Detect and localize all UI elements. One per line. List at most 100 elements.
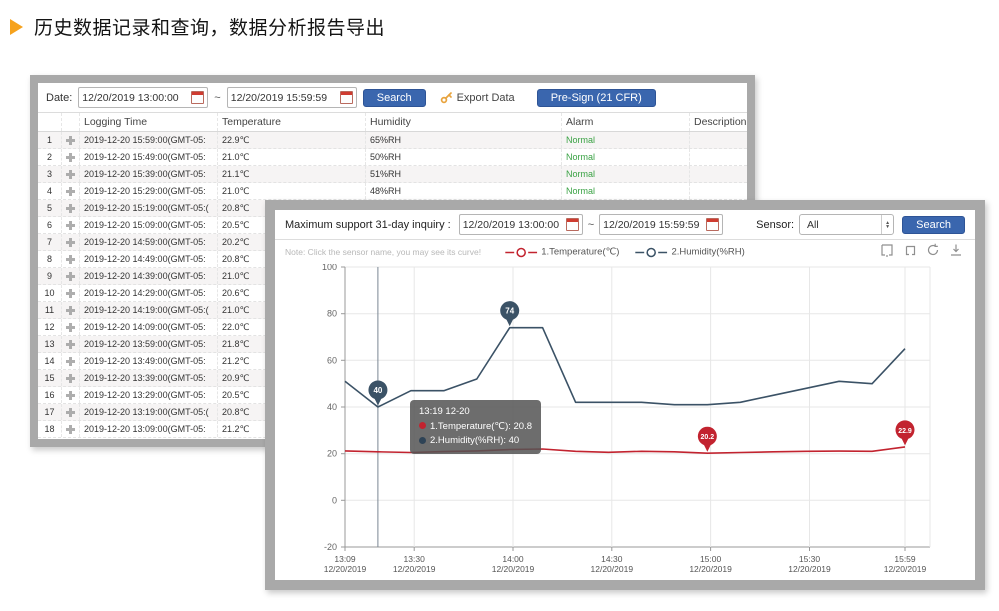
record-icon	[62, 319, 80, 335]
svg-text:12/20/2019: 12/20/2019	[788, 564, 831, 574]
svg-text:-20: -20	[324, 542, 337, 552]
svg-text:40: 40	[373, 386, 382, 395]
row-index: 12	[38, 319, 62, 335]
svg-text:40: 40	[327, 402, 337, 412]
legend-marker-icon	[635, 247, 667, 257]
row-index: 18	[38, 421, 62, 437]
svg-text:20.2: 20.2	[701, 434, 715, 441]
presign-button[interactable]: Pre-Sign (21 CFR)	[537, 89, 656, 107]
alarm-cell: Normal	[562, 166, 690, 182]
row-index: 3	[38, 166, 62, 182]
date-label: Date:	[46, 92, 72, 104]
svg-text:13:09: 13:09	[334, 554, 356, 564]
row-index: 16	[38, 387, 62, 403]
search-button[interactable]: Search	[363, 89, 426, 107]
row-index: 9	[38, 268, 62, 284]
description-cell	[690, 132, 747, 148]
range-tilde: ~	[588, 219, 594, 231]
logging-time-cell: 2019-12-20 13:59:00(GMT-05:	[80, 336, 218, 352]
record-icon	[62, 387, 80, 403]
row-index: 8	[38, 251, 62, 267]
inquiry-label: Maximum support 31-day inquiry :	[285, 219, 451, 231]
date-from-field	[78, 87, 208, 108]
calendar-icon[interactable]	[340, 91, 353, 104]
svg-text:100: 100	[322, 264, 337, 272]
legend-item[interactable]: 1.Temperature(℃)	[505, 247, 619, 258]
chart-date-from-field	[459, 214, 583, 235]
range-tilde: ~	[214, 92, 220, 104]
select-stepper-icon: ▲▼	[881, 215, 893, 234]
logging-time-cell: 2019-12-20 15:59:00(GMT-05:	[80, 132, 218, 148]
sensor-label: Sensor:	[756, 219, 794, 231]
col-header-alarm: Alarm	[562, 113, 690, 131]
export-data-button[interactable]: Export Data	[440, 91, 515, 104]
svg-text:15:00: 15:00	[700, 554, 722, 564]
logging-time-cell: 2019-12-20 15:09:00(GMT-05:	[80, 217, 218, 233]
row-index: 6	[38, 217, 62, 233]
col-header-humidity: Humidity	[366, 113, 562, 131]
record-icon	[62, 166, 80, 182]
description-cell	[690, 166, 747, 182]
svg-text:12/20/2019: 12/20/2019	[393, 564, 436, 574]
record-icon	[62, 353, 80, 369]
col-header-logging-time: Logging Time	[80, 113, 218, 131]
row-index: 17	[38, 404, 62, 420]
humidity-cell: 51%RH	[366, 166, 562, 182]
logging-time-cell: 2019-12-20 15:29:00(GMT-05:	[80, 183, 218, 199]
chart-subheader: Note: Click the sensor name, you may see…	[275, 240, 975, 264]
chart-search-button[interactable]: Search	[902, 216, 965, 234]
line-chart: 100806040200-2013:0912/20/201913:3012/20…	[275, 264, 975, 580]
date-from-input[interactable]	[82, 92, 188, 104]
table-toolbar: Date: ~ Search Export Data Pre-Sign (21 …	[38, 83, 747, 113]
temperature-cell: 21.1℃	[218, 166, 366, 182]
row-index: 4	[38, 183, 62, 199]
table-row[interactable]: 32019-12-20 15:39:00(GMT-05:21.1℃51%RHNo…	[38, 166, 747, 183]
svg-text:15:30: 15:30	[799, 554, 821, 564]
record-icon	[62, 149, 80, 165]
calendar-icon[interactable]	[706, 218, 719, 231]
sensor-select[interactable]: All ▲▼	[799, 214, 894, 235]
svg-text:74: 74	[505, 307, 514, 316]
restore-icon[interactable]	[926, 243, 940, 257]
date-to-input[interactable]	[231, 92, 337, 104]
bullet-triangle-icon	[10, 19, 23, 35]
svg-text:14:30: 14:30	[601, 554, 623, 564]
row-index: 11	[38, 302, 62, 318]
chart-date-to-input[interactable]	[603, 219, 703, 231]
alarm-cell: Normal	[562, 183, 690, 199]
col-header-index	[38, 113, 62, 131]
legend-marker-icon	[505, 247, 537, 257]
chart-plot-area[interactable]: 100806040200-2013:0912/20/201913:3012/20…	[275, 264, 975, 580]
export-data-label: Export Data	[457, 92, 515, 104]
record-icon	[62, 183, 80, 199]
chart-date-from-input[interactable]	[463, 219, 563, 231]
logging-time-cell: 2019-12-20 14:39:00(GMT-05:	[80, 268, 218, 284]
svg-text:12/20/2019: 12/20/2019	[324, 564, 367, 574]
legend-item[interactable]: 2.Humidity(%RH)	[635, 247, 744, 258]
row-index: 5	[38, 200, 62, 216]
row-index: 7	[38, 234, 62, 250]
logging-time-cell: 2019-12-20 13:39:00(GMT-05:	[80, 370, 218, 386]
row-index: 1	[38, 132, 62, 148]
legend: 1.Temperature(℃) 2.Humidity(%RH)	[505, 247, 745, 258]
record-icon	[62, 370, 80, 386]
zoom-box-icon[interactable]	[880, 243, 894, 257]
svg-text:15:59: 15:59	[894, 554, 916, 564]
table-row[interactable]: 12019-12-20 15:59:00(GMT-05:22.9℃65%RHNo…	[38, 132, 747, 149]
svg-text:13:30: 13:30	[404, 554, 426, 564]
page-title: 历史数据记录和查询，数据分析报告导出	[34, 13, 385, 40]
zoom-reset-icon[interactable]	[903, 243, 917, 257]
chart-toolbox	[880, 243, 963, 257]
calendar-icon[interactable]	[191, 91, 204, 104]
description-cell	[690, 183, 747, 199]
humidity-cell: 50%RH	[366, 149, 562, 165]
logging-time-cell: 2019-12-20 14:29:00(GMT-05:	[80, 285, 218, 301]
col-header-icon	[62, 113, 80, 131]
row-index: 2	[38, 149, 62, 165]
save-image-icon[interactable]	[949, 243, 963, 257]
svg-text:12/20/2019: 12/20/2019	[884, 564, 927, 574]
table-row[interactable]: 42019-12-20 15:29:00(GMT-05:21.0℃48%RHNo…	[38, 183, 747, 200]
logging-time-cell: 2019-12-20 14:09:00(GMT-05:	[80, 319, 218, 335]
table-row[interactable]: 22019-12-20 15:49:00(GMT-05:21.0℃50%RHNo…	[38, 149, 747, 166]
calendar-icon[interactable]	[566, 218, 579, 231]
